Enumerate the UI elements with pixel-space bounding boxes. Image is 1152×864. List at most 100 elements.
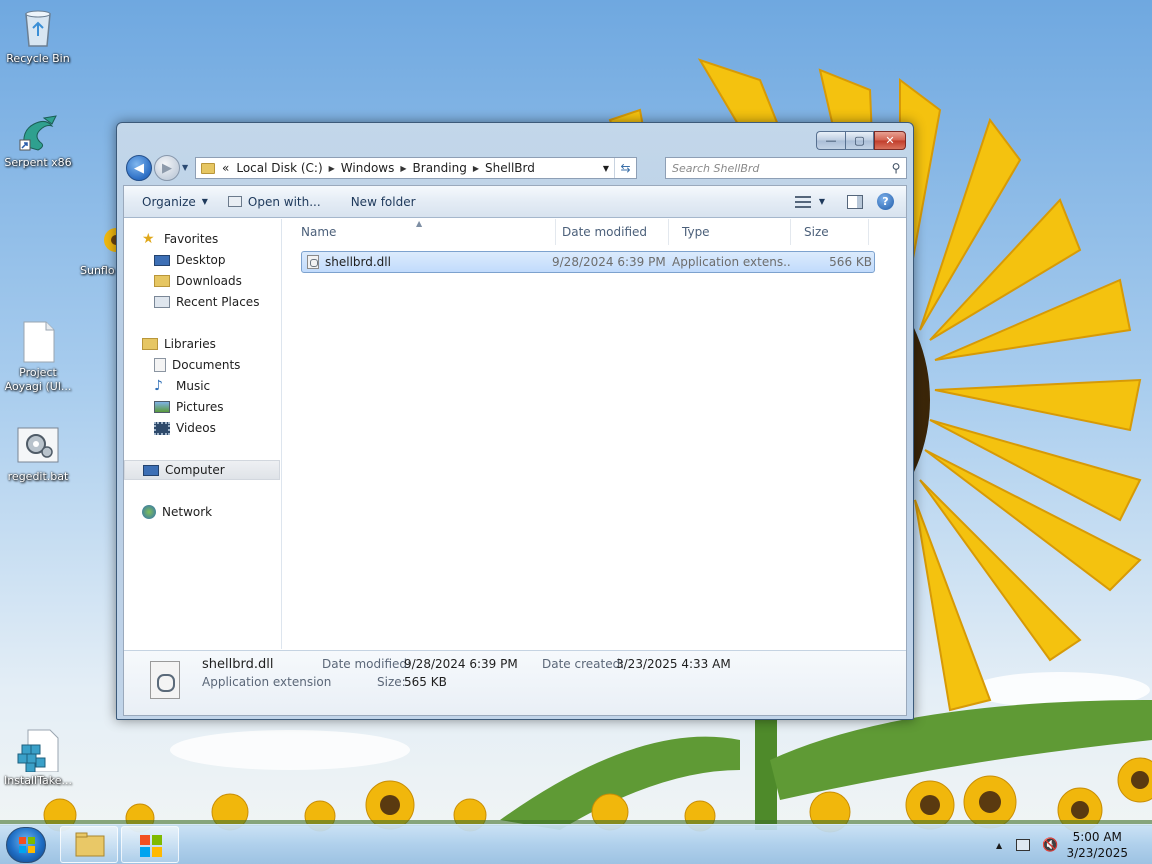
serpent-dragon-icon [16, 110, 60, 154]
breadcrumb-shellbrd[interactable]: ShellBrd [481, 161, 539, 175]
desktop-icon-project-aoyagi[interactable]: Project Aoyagi (Ul... [0, 320, 76, 394]
column-header-size[interactable]: Size [791, 219, 869, 245]
breadcrumb-windows[interactable]: Windows [337, 161, 399, 175]
nav-label: Network [162, 505, 213, 519]
search-icon[interactable]: ⚲ [886, 161, 906, 175]
music-note-icon: ♪ [154, 378, 163, 394]
help-icon[interactable]: ? [877, 193, 894, 210]
column-header-type[interactable]: Type [669, 219, 791, 245]
details-file-type: Application extension [202, 675, 332, 689]
search-input[interactable] [666, 159, 886, 177]
new-folder-button[interactable]: New folder [341, 190, 426, 214]
nav-label: Downloads [176, 274, 242, 288]
desktop-icon-label: Serpent x86 [4, 156, 72, 169]
nav-pictures[interactable]: Pictures [154, 397, 224, 417]
taskbar: ▲ 🔇 5:00 AM 3/23/2025 [0, 824, 1152, 864]
nav-computer[interactable]: Computer [124, 460, 280, 480]
network-tray-icon[interactable] [1016, 839, 1031, 851]
details-size-label: Size: [377, 675, 406, 689]
desktop-icon-label: Recycle Bin [6, 52, 70, 65]
sort-ascending-icon: ▲ [416, 219, 423, 228]
open-with-icon [227, 196, 242, 207]
breadcrumb-chevron-icon[interactable]: ▶ [398, 164, 408, 173]
forward-arrow-icon: ▶ [162, 160, 172, 176]
dll-file-icon [307, 255, 319, 269]
breadcrumb-local-disk[interactable]: Local Disk (C:) [232, 161, 326, 175]
recent-places-icon [154, 296, 170, 308]
desktop-icon-serpent[interactable]: Serpent x86 [0, 110, 76, 170]
recent-pages-dropdown[interactable]: ▼ [182, 163, 188, 172]
command-bar: Organize ▼ Open with... New folder ▼ ? [124, 186, 906, 218]
breadcrumb-overflow[interactable]: « [219, 161, 232, 175]
organize-button[interactable]: Organize ▼ [132, 190, 218, 214]
file-type: Application extens... [672, 255, 790, 269]
navigation-row: ◀ ▶ ▼ « Local Disk (C:) ▶ Windows ▶ Bran… [125, 155, 907, 181]
details-date-created-label: Date created: [542, 657, 625, 671]
nav-label: Desktop [176, 253, 226, 267]
nav-desktop[interactable]: Desktop [154, 250, 226, 270]
forward-button[interactable]: ▶ [154, 155, 180, 181]
downloads-folder-icon [154, 275, 170, 287]
details-view-icon [794, 195, 811, 208]
address-dropdown-icon[interactable]: ▼ [598, 164, 614, 173]
explorer-window[interactable]: — ▢ ✕ ◀ ▶ ▼ « Local Disk (C:) ▶ Windows … [116, 122, 914, 720]
toolbar-right-group: ▼ ? [791, 190, 906, 214]
back-button[interactable]: ◀ [126, 155, 152, 181]
videos-icon [154, 421, 170, 435]
registry-file-icon [16, 728, 60, 773]
nav-documents[interactable]: Documents [154, 355, 240, 375]
desktop-icon-label: InstallTake... [4, 774, 72, 787]
preview-pane-icon[interactable] [847, 194, 863, 209]
nav-downloads[interactable]: Downloads [154, 271, 242, 291]
change-view-button[interactable]: ▼ [791, 190, 829, 214]
details-size-value: 565 KB [404, 675, 447, 689]
close-button[interactable]: ✕ [874, 131, 906, 150]
desktop-icon-recycle-bin[interactable]: Recycle Bin [0, 6, 76, 66]
clock-time: 5:00 AM [1072, 830, 1122, 844]
maximize-button[interactable]: ▢ [845, 131, 874, 150]
table-row[interactable]: shellbrd.dll 9/28/2024 6:39 PM Applicati… [301, 251, 875, 273]
details-date-created-value: 3/23/2025 4:33 AM [616, 657, 731, 671]
breadcrumb-branding[interactable]: Branding [409, 161, 471, 175]
refresh-icon[interactable]: ⇆ [614, 158, 636, 178]
search-box[interactable]: ⚲ [665, 157, 907, 179]
show-hidden-icons-button[interactable]: ▲ [996, 841, 1002, 850]
navigation-pane: ★ Favorites Desktop Downloads Recent Pla… [124, 219, 282, 649]
nav-favorites[interactable]: ★ Favorites [142, 229, 218, 249]
desktop-icon-installtake[interactable]: InstallTake... [0, 728, 76, 788]
nav-network[interactable]: Network [142, 502, 212, 522]
details-file-name: shellbrd.dll [202, 657, 274, 672]
organize-label: Organize [142, 194, 196, 209]
taskbar-explorer-button[interactable] [60, 826, 118, 863]
breadcrumb-chevron-icon[interactable]: ▶ [327, 164, 337, 173]
clock-date: 3/23/2025 [1066, 846, 1128, 860]
nav-label: Videos [176, 421, 216, 435]
star-icon: ★ [142, 231, 155, 247]
nav-music[interactable]: ♪ Music [154, 376, 210, 396]
nav-recent-places[interactable]: Recent Places [154, 292, 259, 312]
desktop-icon-regedit-bat[interactable]: regedit.bat [0, 424, 76, 484]
address-bar[interactable]: « Local Disk (C:) ▶ Windows ▶ Branding ▶… [195, 157, 637, 179]
desktop-icon-label: Sunflo [80, 264, 115, 277]
explorer-client-area: Organize ▼ Open with... New folder ▼ ? ★ [123, 185, 907, 716]
desktop-icon-label: Project Aoyagi (Ul... [4, 366, 72, 393]
nav-label: Documents [172, 358, 241, 372]
nav-label: Libraries [164, 337, 216, 351]
nav-libraries[interactable]: Libraries [142, 334, 216, 354]
nav-label: Favorites [164, 232, 219, 246]
open-with-button[interactable]: Open with... [218, 190, 331, 214]
start-button[interactable] [6, 827, 46, 863]
taskbar-windows-app-button[interactable] [121, 826, 179, 863]
column-header-date-modified[interactable]: Date modified [549, 219, 669, 245]
volume-muted-icon[interactable]: 🔇 [1042, 838, 1058, 853]
breadcrumb-chevron-icon[interactable]: ▶ [471, 164, 481, 173]
minimize-button[interactable]: — [816, 131, 845, 150]
nav-videos[interactable]: Videos [154, 418, 216, 438]
desktop-icon-label: regedit.bat [7, 470, 69, 483]
batch-file-gear-icon [16, 424, 60, 468]
details-date-modified-value: 9/28/2024 6:39 PM [404, 657, 518, 671]
details-date-modified-label: Date modified: [322, 657, 412, 671]
desktop-icon-sunflower[interactable]: Sunflo [70, 218, 116, 278]
system-clock[interactable]: 5:00 AM 3/23/2025 [1066, 829, 1128, 861]
pictures-icon [154, 401, 170, 413]
